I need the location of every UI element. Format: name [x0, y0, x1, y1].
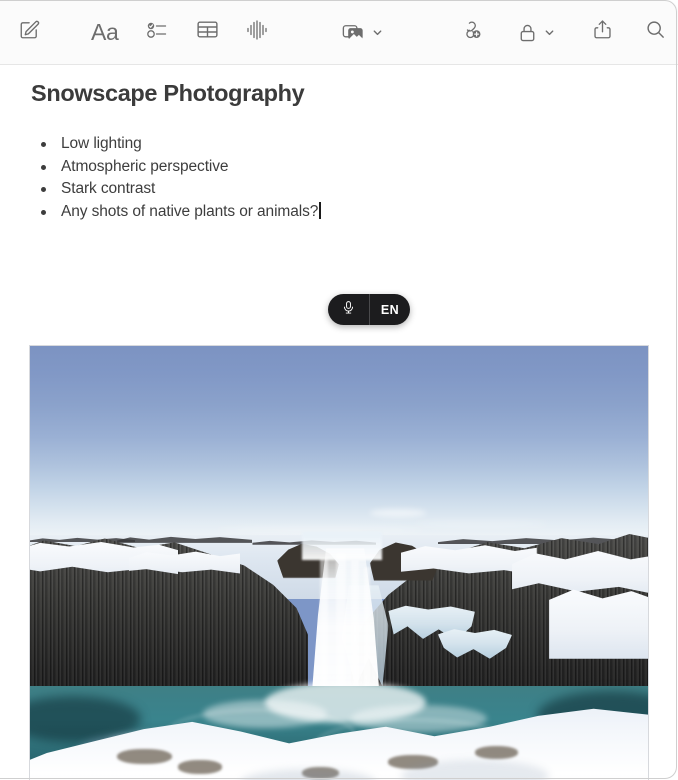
link-add-icon [459, 17, 484, 47]
media-button[interactable] [340, 10, 383, 54]
photo-cloud [369, 509, 426, 517]
search-icon [644, 18, 667, 46]
compose-button[interactable] [18, 10, 41, 54]
search-button[interactable] [644, 10, 667, 54]
list-item[interactable]: Any shots of native plants or animals? [34, 201, 321, 224]
list-item-label: Stark contrast [61, 180, 156, 198]
bullet-dot-icon [41, 187, 46, 193]
format-button[interactable]: Aa [91, 10, 119, 54]
media-icon [340, 10, 367, 54]
bullet-dot-icon [41, 164, 46, 170]
list-item-label: Atmospheric perspective [61, 157, 229, 175]
dictation-popup[interactable]: EN [328, 294, 410, 325]
note-attachment-photo[interactable] [29, 345, 649, 780]
share-button[interactable] [591, 10, 614, 54]
list-item[interactable]: Atmospheric perspective [34, 156, 321, 179]
dictation-mic-button[interactable] [328, 294, 369, 325]
notes-window: Aa Snowscape Photography Low lighting At… [0, 0, 678, 780]
photo-waterfall-streak [363, 566, 370, 696]
photo-sky [30, 346, 648, 544]
toolbar: Aa [0, 0, 678, 65]
bullet-dot-icon [41, 209, 46, 215]
list-item-label: Any shots of native plants or animals? [61, 202, 319, 220]
photo-rock [474, 746, 519, 760]
compose-icon [18, 18, 41, 46]
record-audio-button[interactable] [244, 10, 270, 54]
bullet-list[interactable]: Low lighting Atmospheric perspective Sta… [34, 133, 321, 223]
microphone-icon [341, 300, 356, 320]
checklist-button[interactable] [145, 10, 169, 54]
lock-icon [516, 10, 539, 54]
lock-button[interactable] [516, 10, 555, 54]
page-title: Snowscape Photography [31, 80, 305, 106]
list-item[interactable]: Low lighting [34, 133, 321, 156]
photo-rock [116, 748, 173, 765]
format-icon: Aa [91, 18, 119, 45]
audio-waveform-icon [244, 17, 270, 48]
text-caret [319, 201, 321, 219]
share-icon [591, 18, 614, 46]
dictation-language-button[interactable]: EN [370, 294, 410, 325]
table-button[interactable] [195, 10, 220, 54]
table-icon [195, 17, 220, 47]
photo-rock [178, 760, 222, 774]
photo-canvas [30, 346, 648, 780]
bullet-dot-icon [41, 142, 46, 147]
chevron-down-icon [544, 27, 555, 38]
note-body[interactable]: Snowscape Photography Low lighting Atmos… [0, 65, 678, 780]
chevron-down-icon [372, 27, 383, 38]
list-item-label: Low lighting [61, 135, 142, 152]
list-item[interactable]: Stark contrast [34, 178, 321, 201]
checklist-icon [145, 18, 169, 47]
add-link-button[interactable] [459, 10, 484, 54]
